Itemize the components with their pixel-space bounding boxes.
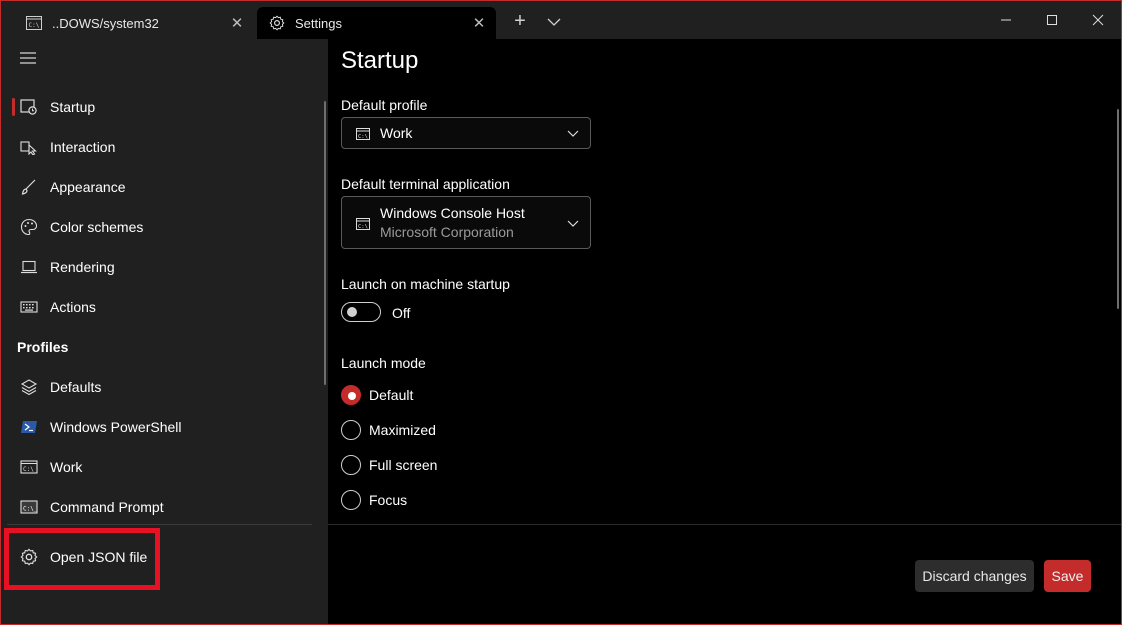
svg-text:C:\_: C:\_ [23, 506, 38, 513]
sidebar-item-color-schemes[interactable]: Color schemes [7, 209, 317, 245]
sidebar-item-command-prompt[interactable]: C:\_ Command Prompt [7, 489, 317, 525]
tab-title: ..DOWS/system32 [52, 15, 159, 31]
sidebar-item-rendering[interactable]: Rendering [7, 249, 317, 285]
chevron-down-icon [566, 216, 580, 230]
sidebar-item-windows-powershell[interactable]: Windows PowerShell [7, 409, 317, 445]
paintbrush-icon [20, 178, 38, 196]
sidebar-item-defaults[interactable]: Defaults [7, 369, 317, 405]
sidebar-item-appearance[interactable]: Appearance [7, 169, 317, 205]
minimize-button[interactable] [983, 1, 1029, 39]
radio-button[interactable] [341, 385, 361, 405]
sidebar-item-interaction[interactable]: Interaction [7, 129, 317, 165]
dropdown-value: Windows Console Host [380, 205, 525, 221]
close-icon[interactable]: ✕ [470, 14, 488, 32]
keyboard-icon [20, 298, 38, 316]
sidebar-item-label: Appearance [50, 179, 126, 195]
layers-icon [20, 378, 38, 396]
page-title: Startup [341, 47, 419, 74]
sidebar-item-label: Actions [50, 299, 96, 315]
sidebar-item-actions[interactable]: Actions [7, 289, 317, 325]
sidebar-item-label: Rendering [50, 259, 115, 275]
chevron-down-icon [566, 126, 580, 140]
sidebar-scrollbar[interactable] [324, 101, 326, 385]
toggle-state-text: Off [392, 305, 411, 321]
discard-changes-button[interactable]: Discard changes [915, 560, 1034, 592]
default-terminal-dropdown[interactable]: C:\ Windows Console Host Microsoft Corpo… [341, 196, 591, 249]
terminal-icon: C:\ [20, 458, 38, 476]
save-button[interactable]: Save [1044, 560, 1091, 592]
sidebar-item-label: Defaults [50, 379, 102, 395]
sidebar-item-label: Command Prompt [50, 499, 164, 515]
tab-system32[interactable]: C:\ ..DOWS/system32 ✕ [14, 7, 254, 39]
sidebar-item-label: Windows PowerShell [50, 419, 182, 435]
content-scrollbar[interactable] [1117, 109, 1119, 309]
default-profile-dropdown[interactable]: C:\ Work [341, 117, 591, 149]
dropdown-value: Work [380, 125, 413, 141]
radio-full-screen[interactable]: Full screen [341, 455, 437, 475]
default-terminal-label: Default terminal application [341, 176, 510, 192]
plus-icon[interactable]: + [510, 11, 530, 32]
chevron-down-icon[interactable] [545, 13, 563, 31]
title-bar: C:\ ..DOWS/system32 ✕ Settings ✕ + [1, 1, 1121, 39]
laptop-icon [20, 258, 38, 276]
interaction-icon [20, 138, 38, 156]
radio-button[interactable] [341, 490, 361, 510]
settings-content: Startup Default profile C:\ Work Default… [328, 39, 1121, 524]
radio-label: Maximized [369, 422, 436, 438]
sidebar-divider [7, 524, 312, 525]
sidebar-item-label: Startup [50, 99, 96, 115]
close-icon[interactable]: ✕ [228, 14, 246, 32]
svg-text:C:\: C:\ [358, 134, 368, 140]
radio-focus[interactable]: Focus [341, 490, 407, 510]
terminal-window: C:\ ..DOWS/system32 ✕ Settings ✕ + Start… [0, 0, 1122, 625]
radio-label: Default [369, 387, 414, 403]
radio-maximized[interactable]: Maximized [341, 420, 436, 440]
radio-label: Focus [369, 492, 408, 508]
svg-text:C:\: C:\ [29, 22, 40, 29]
terminal-icon: C:\ [356, 127, 370, 140]
maximize-button[interactable] [1029, 1, 1075, 39]
settings-footer: Discard changes Save [328, 524, 1121, 624]
hamburger-menu-icon[interactable] [19, 49, 37, 67]
close-window-button[interactable] [1075, 1, 1121, 39]
cmd-icon: C:\ [26, 15, 42, 31]
startup-icon [20, 98, 38, 116]
powershell-icon [20, 418, 38, 436]
tab-title: Settings [295, 15, 342, 31]
palette-icon [20, 218, 38, 236]
dropdown-subtext: Microsoft Corporation [380, 224, 514, 240]
sidebar-item-label: Color schemes [50, 219, 144, 235]
svg-text:C:\: C:\ [23, 466, 34, 473]
radio-default[interactable]: Default [341, 385, 413, 405]
highlight-annotation [4, 528, 160, 590]
sidebar-item-work[interactable]: C:\ Work [7, 449, 317, 485]
radio-button[interactable] [341, 420, 361, 440]
profiles-section-header: Profiles [17, 339, 69, 355]
sidebar-item-startup[interactable]: Startup [7, 89, 317, 125]
cmd-icon: C:\ [356, 217, 370, 230]
launch-on-startup-toggle[interactable] [341, 302, 381, 322]
dropdown-text: Windows Console Host Microsoft Corporati… [380, 205, 566, 240]
radio-button[interactable] [341, 455, 361, 475]
sidebar-item-label: Work [50, 459, 83, 475]
default-profile-label: Default profile [341, 97, 428, 113]
launch-on-startup-label: Launch on machine startup [341, 276, 510, 292]
sidebar-item-label: Interaction [50, 139, 116, 155]
launch-mode-label: Launch mode [341, 355, 426, 371]
toggle-knob [347, 307, 357, 317]
radio-label: Full screen [369, 457, 438, 473]
cmd-icon: C:\_ [20, 498, 38, 516]
svg-text:C:\: C:\ [358, 224, 368, 230]
tab-settings[interactable]: Settings ✕ [257, 7, 496, 39]
gear-icon [269, 15, 285, 31]
